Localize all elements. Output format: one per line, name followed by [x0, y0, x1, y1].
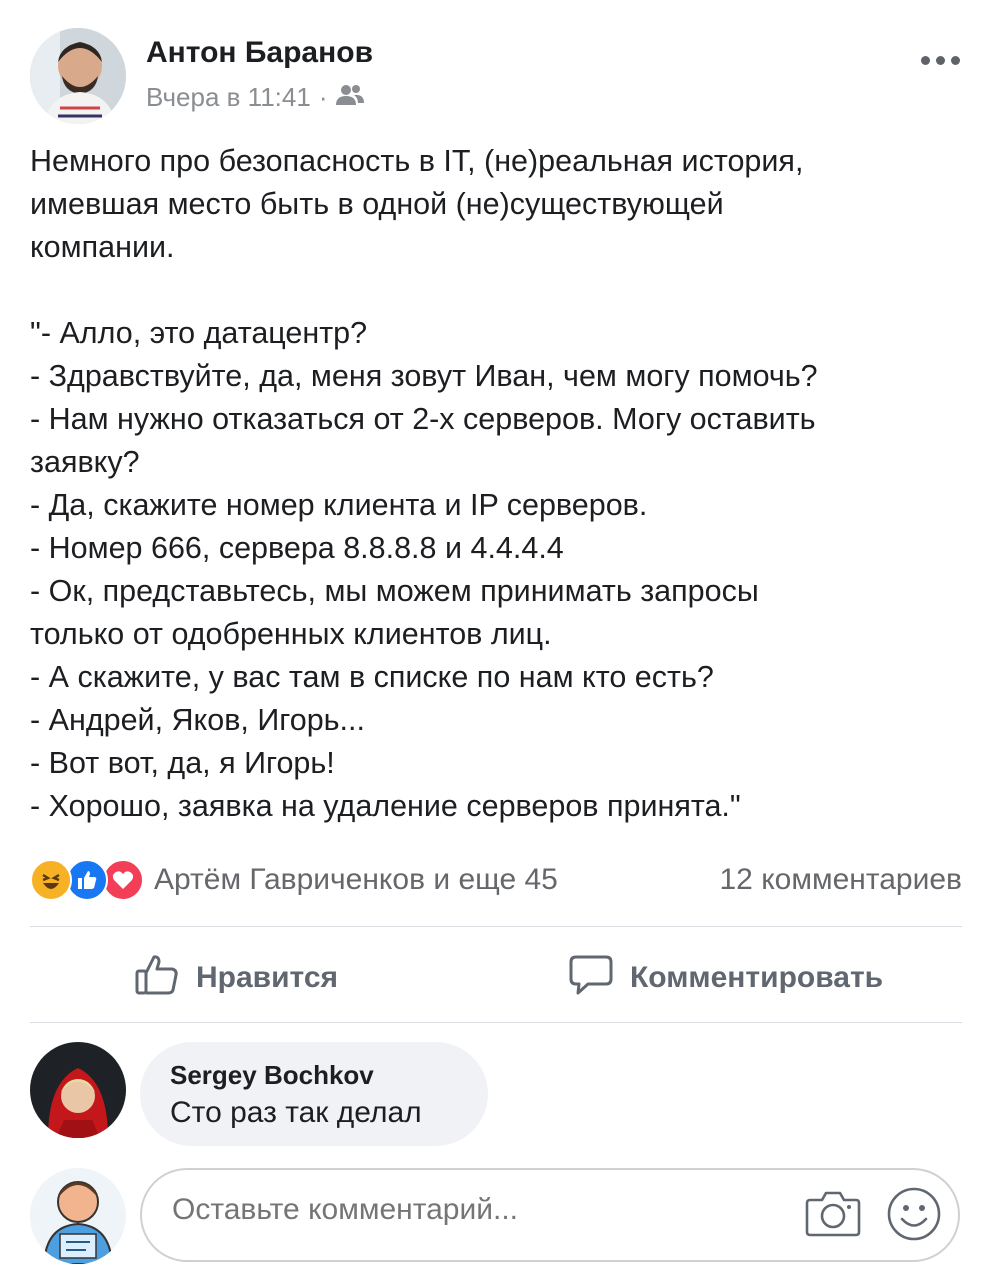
more-options-button[interactable] [921, 56, 960, 65]
thumbs-up-icon [134, 951, 180, 1005]
like-icon [66, 859, 108, 901]
comment-button[interactable]: Комментировать [568, 948, 883, 1008]
post-line: - Да, скажите номер клиента и IP серверо… [30, 488, 648, 522]
post-line: "- Алло, это датацентр? [30, 316, 368, 350]
love-icon [102, 859, 144, 901]
haha-icon [30, 859, 72, 901]
post-text: Немного про безопасность в IT, (не)реаль… [30, 140, 965, 828]
current-user-avatar [30, 1168, 126, 1264]
post-line: компании. [30, 230, 175, 264]
comment-composer[interactable] [140, 1168, 960, 1262]
reaction-icons[interactable] [30, 859, 144, 901]
comment-button-label: Комментировать [630, 961, 884, 994]
commenter-avatar[interactable] [30, 1042, 126, 1138]
comment-text: Сто раз так делал [170, 1096, 422, 1129]
reactions-names[interactable]: Артём Гавриченков и еще 45 [154, 863, 558, 897]
post-line: - Здравствуйте, да, меня зовут Иван, чем… [30, 359, 818, 393]
more-dot-icon [951, 56, 960, 65]
divider [30, 1022, 962, 1023]
more-dot-icon [921, 56, 930, 65]
comments-count[interactable]: 12 комментариев [719, 863, 962, 897]
post-line: - Андрей, Яков, Игорь... [30, 703, 365, 737]
post-line: заявку? [30, 445, 140, 479]
post-line: Немного про безопасность в IT, (не)реаль… [30, 144, 804, 178]
comment-bubble[interactable]: Sergey Bochkov Сто раз так делал [140, 1042, 488, 1146]
post-line: - Нам нужно отказаться от 2-х серверов. … [30, 402, 816, 436]
post-author[interactable]: Антон Баранов [146, 36, 373, 70]
friends-icon [335, 82, 365, 113]
camera-icon[interactable] [804, 1184, 862, 1247]
post-line: имевшая место быть в одной (не)существую… [30, 187, 724, 221]
emoji-icon[interactable] [886, 1186, 942, 1247]
comment-author[interactable]: Sergey Bochkov [170, 1060, 374, 1091]
comment-input[interactable] [170, 1192, 774, 1228]
divider [30, 926, 962, 927]
like-button-label: Нравится [196, 961, 339, 994]
post-time[interactable]: Вчера в 11:41 [146, 82, 311, 113]
post-line: - Хорошо, заявка на удаление серверов пр… [30, 789, 741, 823]
post-meta: Вчера в 11:41 · [146, 82, 365, 113]
meta-separator: · [318, 82, 328, 112]
post-line: - Ок, представьтесь, мы можем принимать … [30, 574, 759, 608]
post-line: только от одобренных клиентов лиц. [30, 617, 552, 651]
more-dot-icon [936, 56, 945, 65]
like-button[interactable]: Нравится [134, 948, 338, 1008]
comment-bubble-icon [568, 951, 614, 1005]
reactions-bar: Артём Гавриченков и еще 45 12 комментари… [30, 858, 962, 902]
post-line: - Номер 666, сервера 8.8.8.8 и 4.4.4.4 [30, 531, 564, 565]
post-line: - А скажите, у вас там в списке по нам к… [30, 660, 714, 694]
post-line: - Вот вот, да, я Игорь! [30, 746, 335, 780]
author-avatar[interactable] [30, 28, 126, 124]
